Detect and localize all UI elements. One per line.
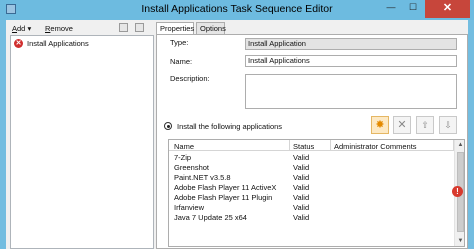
move-up-application-button[interactable]: ⇧ [416, 116, 434, 134]
list-row[interactable]: 7-Zip Valid [169, 152, 454, 162]
row-name: Adobe Flash Player 11 ActiveX [174, 183, 277, 192]
list-row[interactable]: Adobe Flash Player 11 Plugin Valid [169, 192, 454, 202]
list-row[interactable]: Adobe Flash Player 11 ActiveX Valid [169, 182, 454, 192]
scroll-up-icon[interactable]: ▲ [455, 140, 464, 151]
list-row[interactable]: Irfanview Valid [169, 202, 454, 212]
description-field[interactable] [245, 74, 457, 109]
name-field[interactable]: Install Applications [245, 55, 457, 67]
type-label: Type: [170, 38, 189, 47]
sequence-toolbar: Add ▾ Remove [6, 20, 154, 36]
list-row[interactable]: Paint.NET v3.5.8 Valid [169, 172, 454, 182]
move-up-icon[interactable] [119, 23, 128, 32]
column-header-status[interactable]: Status [293, 142, 314, 151]
editor-window: Install Applications Task Sequence Edito… [0, 0, 474, 249]
title-bar[interactable]: Install Applications Task Sequence Edito… [0, 0, 474, 20]
radio-label: Install the following applications [177, 122, 283, 131]
type-field: Install Application [245, 38, 457, 50]
row-name: Paint.NET v3.5.8 [174, 173, 231, 182]
column-header-name[interactable]: Name [174, 142, 194, 151]
remove-label: emove [50, 24, 73, 33]
error-indicator-icon: ! [452, 186, 463, 197]
maximize-button[interactable]: ☐ [402, 0, 424, 15]
remove-application-button[interactable]: ✕ [393, 116, 411, 134]
error-icon: ✕ [14, 39, 23, 48]
row-status: Valid [293, 173, 310, 182]
row-status: Valid [293, 203, 310, 212]
add-menu-button[interactable]: Add ▾ [12, 24, 31, 33]
column-divider [289, 140, 290, 151]
row-status: Valid [293, 183, 310, 192]
list-header: Name Status Administrator Comments [169, 140, 454, 151]
list-row[interactable]: Java 7 Update 25 x64 Valid [169, 212, 454, 222]
row-name: Irfanview [174, 203, 205, 212]
add-dropdown-icon: ▾ [27, 24, 32, 33]
client-area: Add ▾ Remove ✕ Install Applications Prop… [6, 20, 468, 249]
row-status: Valid [293, 153, 310, 162]
close-button[interactable]: ✕ [425, 0, 470, 18]
remove-button[interactable]: Remove [45, 24, 73, 33]
row-status: Valid [293, 213, 310, 222]
list-row[interactable]: Greenshot Valid [169, 162, 454, 172]
add-label: dd [17, 24, 26, 33]
row-name: Java 7 Update 25 x64 [174, 213, 247, 222]
name-label: Name: [170, 57, 193, 66]
sequence-tree[interactable]: ✕ Install Applications [10, 35, 154, 249]
description-label: Description: [170, 74, 210, 83]
move-down-application-button[interactable]: ⇩ [439, 116, 457, 134]
column-divider [330, 140, 331, 151]
properties-panel: Type: Install Application Name: Install … [156, 34, 468, 249]
add-application-button[interactable]: ✸ [371, 116, 389, 134]
move-down-icon[interactable] [135, 23, 144, 32]
tree-item-label: Install Applications [27, 39, 89, 48]
row-name: 7-Zip [174, 153, 192, 162]
row-name: Adobe Flash Player 11 Plugin [174, 193, 273, 202]
scroll-down-icon[interactable]: ▼ [455, 236, 464, 246]
radio-selected-icon[interactable] [164, 122, 172, 130]
row-status: Valid [293, 163, 310, 172]
column-header-admin-comments[interactable]: Administrator Comments [334, 142, 417, 151]
tab-options[interactable]: Options [196, 22, 226, 34]
minimize-button[interactable]: — [380, 0, 402, 15]
row-name: Greenshot [174, 163, 210, 172]
row-status: Valid [293, 193, 310, 202]
applications-list[interactable]: Name Status Administrator Comments 7-Zip… [168, 139, 465, 247]
